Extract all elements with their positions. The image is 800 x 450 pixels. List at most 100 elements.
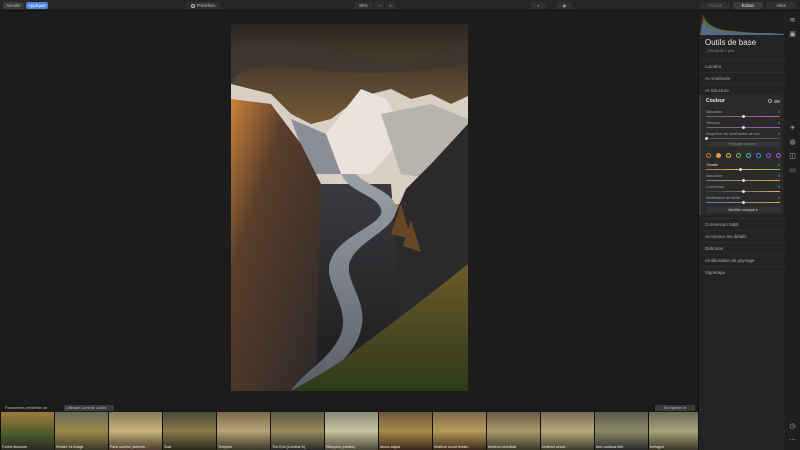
- preset-thumb[interactable]: Refaire 3e image: [55, 412, 108, 450]
- apply-button[interactable]: Appliquer: [26, 2, 48, 9]
- slider-value: 0: [778, 121, 780, 125]
- preset-thumb[interactable]: Forest structure: [1, 412, 54, 450]
- edit-panel: Outils de base _DSC9635-1.psb Lumière AI…: [698, 11, 785, 450]
- preset-thumb[interactable]: Soar: [163, 412, 216, 450]
- slider-value: 0: [778, 110, 780, 114]
- swatch-orange[interactable]: [716, 153, 721, 158]
- slider-label: Supprimer les dominantes de cou: [706, 132, 760, 136]
- section-denoise[interactable]: Débruiter: [699, 242, 785, 253]
- preset-label: bedlend circuitbdt: [488, 445, 517, 449]
- tool-rail: ≋ ▣ ☀ ◍ ◫ ▭ ◷ ⋯: [785, 11, 800, 450]
- histogram: [700, 11, 784, 35]
- preset-thumb[interactable]: Whispers (cmdes): [325, 412, 378, 450]
- swatch-purple[interactable]: [766, 153, 771, 158]
- presets-label: Prédéfinis: [196, 3, 216, 8]
- slider-knob[interactable]: [741, 115, 745, 118]
- edit-mask-button[interactable]: Modifier masque ▾: [706, 207, 780, 213]
- zoom-out-button[interactable]: –: [375, 2, 384, 9]
- preset-label: Whispers (cmdes): [326, 445, 355, 449]
- swatch-magenta[interactable]: [776, 153, 781, 158]
- presets-button[interactable]: Prédéfinis: [186, 2, 220, 9]
- toggle-icon[interactable]: [774, 99, 780, 103]
- preset-filmstrip: Forest structure Refaire 3e image Paris …: [0, 412, 698, 450]
- photo-mountain-glacier[interactable]: [231, 24, 468, 391]
- hue-slider[interactable]: [706, 168, 780, 171]
- preset-label: Soar: [164, 445, 172, 449]
- professional-icon[interactable]: ▭: [789, 167, 796, 174]
- preset-label: Tempest: [218, 445, 232, 449]
- swatch-green[interactable]: [736, 153, 741, 158]
- luminance-slider[interactable]: [706, 190, 780, 193]
- preset-label: The End (Lumibar 6): [272, 445, 305, 449]
- slider-value: 0: [778, 196, 780, 200]
- zoom-level-dropdown[interactable]: 95%: [354, 2, 373, 9]
- swatch-yellow[interactable]: [726, 153, 731, 158]
- slider-knob[interactable]: [741, 179, 745, 182]
- slider-label: Tonalité: [706, 163, 719, 167]
- tab-favorites[interactable]: Favoris: [700, 2, 730, 9]
- section-conversion-nb[interactable]: Conversion N&B: [699, 218, 785, 229]
- section-landscape[interactable]: Amélioration de paysage: [699, 254, 785, 265]
- zoom-in-button[interactable]: +: [386, 2, 395, 9]
- eye-icon[interactable]: ◉: [557, 2, 572, 9]
- slider-knob[interactable]: [741, 126, 745, 129]
- swatch-blue[interactable]: [756, 153, 761, 158]
- section-ai-amelioree[interactable]: AI Améliorée: [699, 72, 785, 83]
- slider-knob[interactable]: [741, 201, 745, 204]
- slider-knob[interactable]: [741, 190, 745, 193]
- preset-label: bedlend circuit betaki...: [434, 445, 471, 449]
- preset-thumb[interactable]: Paris sunrise (amendi...: [109, 412, 162, 450]
- section-ai-structure[interactable]: AI Structure: [699, 84, 785, 95]
- slider-label: Modification de teinte: [706, 196, 740, 200]
- section-couleur: Couleur Saturation 0 Vibrance 0 Supprime…: [699, 95, 783, 215]
- swatch-red[interactable]: [706, 153, 711, 158]
- saturation-slider[interactable]: [706, 115, 780, 118]
- compare-icon[interactable]: ◐: [531, 2, 546, 9]
- slider-value: 0: [778, 174, 780, 178]
- sun-essentials-icon[interactable]: ☀: [789, 125, 796, 132]
- tab-info[interactable]: Infos: [766, 2, 796, 9]
- slider-label: Vibrance: [706, 121, 721, 125]
- hsl-saturation-slider[interactable]: [706, 179, 780, 182]
- slider-value: 0: [778, 185, 780, 189]
- save-preset-button[interactable]: Enregistrer le nouveau: [655, 405, 695, 416]
- couleur-title: Couleur: [706, 98, 725, 104]
- history-icon[interactable]: ◷: [789, 423, 796, 430]
- image-canvas[interactable]: [0, 11, 698, 404]
- section-vignette[interactable]: Vignetage: [699, 266, 785, 277]
- section-details[interactable]: Accentuer les détails: [699, 230, 785, 241]
- section-lumiere[interactable]: Lumière: [699, 60, 785, 71]
- preset-thumb[interactable]: bretagne: [649, 412, 698, 450]
- advanced-settings-button[interactable]: Réglages avancés: [706, 142, 780, 147]
- presets-bar: Paramètres prédéfinis de Luminar Ultimat…: [0, 404, 698, 416]
- vibrance-slider[interactable]: [706, 126, 780, 129]
- slider-value: -4: [776, 163, 780, 167]
- palette-icon[interactable]: ◍: [789, 139, 796, 146]
- preset-thumb[interactable]: bedlend circuitbdt: [487, 412, 540, 450]
- tab-ultimate-looks[interactable]: Ultimate Luminar Looks: [64, 405, 114, 411]
- portrait-icon[interactable]: ◫: [789, 153, 796, 160]
- slider-label: Saturation: [706, 174, 723, 178]
- canvas-icon[interactable]: ▣: [789, 31, 796, 38]
- preset-thumb[interactable]: brex outilous lfed: [595, 412, 648, 450]
- reset-icon[interactable]: [768, 99, 772, 103]
- preset-thumb[interactable]: almos adjust: [379, 412, 432, 450]
- tab-luminar-presets[interactable]: Paramètres prédéfinis de Luminar: [3, 405, 61, 416]
- layers-icon[interactable]: ≋: [789, 17, 796, 24]
- preset-thumb[interactable]: bedlend circuit betaki...: [433, 412, 486, 450]
- preset-label: Forest structure: [2, 445, 28, 449]
- preset-label: brex outilous lfed: [596, 445, 624, 449]
- tab-edit[interactable]: Édition: [733, 2, 763, 9]
- preset-thumb[interactable]: Tempest: [217, 412, 270, 450]
- remove-cast-slider[interactable]: [705, 137, 780, 140]
- more-icon[interactable]: ⋯: [789, 437, 796, 444]
- preset-thumb[interactable]: The End (Lumibar 6): [271, 412, 324, 450]
- swatch-aqua[interactable]: [746, 153, 751, 158]
- preset-thumb[interactable]: bedlend circuit...: [541, 412, 594, 450]
- tint-shift-slider[interactable]: [706, 201, 780, 204]
- slider-knob[interactable]: [738, 168, 742, 171]
- preset-label: bretagne: [650, 445, 665, 449]
- slider-knob[interactable]: [705, 137, 708, 140]
- slider-label: Luminance: [706, 185, 724, 189]
- cancel-button[interactable]: Annuler: [3, 2, 24, 9]
